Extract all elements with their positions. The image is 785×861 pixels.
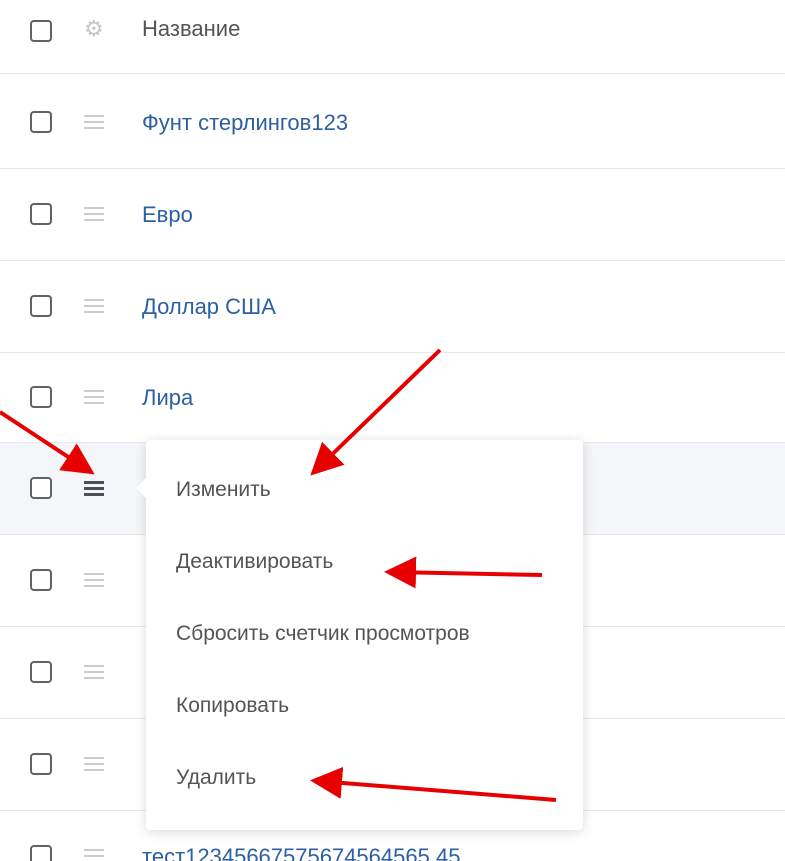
table-view: ⚙ Название Фунт стерлингов123 Евро Долла… <box>0 0 785 861</box>
table-header: ⚙ Название <box>0 0 785 74</box>
table-row: Доллар США <box>0 261 785 353</box>
drag-handle-icon[interactable] <box>84 664 104 680</box>
drag-handle-icon[interactable] <box>84 848 104 861</box>
row-name-link[interactable]: Лира <box>142 385 193 411</box>
row-checkbox[interactable] <box>30 203 52 225</box>
row-checkbox[interactable] <box>30 845 52 861</box>
drag-handle-icon[interactable] <box>84 298 104 314</box>
select-all-checkbox[interactable] <box>30 20 52 42</box>
drag-handle-icon[interactable] <box>84 756 104 772</box>
row-checkbox[interactable] <box>30 111 52 133</box>
menu-item-reset-views[interactable]: Сбросить счетчик просмотров <box>176 622 470 646</box>
menu-item-delete[interactable]: Удалить <box>176 766 256 790</box>
menu-item-edit[interactable]: Изменить <box>176 478 271 502</box>
menu-item-copy[interactable]: Копировать <box>176 694 289 718</box>
row-checkbox[interactable] <box>30 386 52 408</box>
row-checkbox[interactable] <box>30 477 52 499</box>
drag-handle-icon[interactable] <box>84 114 104 130</box>
drag-handle-icon[interactable] <box>84 206 104 222</box>
row-context-menu: Изменить Деактивировать Сбросить счетчик… <box>136 440 583 830</box>
table-row: Евро <box>0 169 785 261</box>
row-name-link[interactable]: тест12345667575674564565 45 <box>142 844 460 861</box>
row-checkbox[interactable] <box>30 295 52 317</box>
row-checkbox[interactable] <box>30 753 52 775</box>
gear-icon[interactable]: ⚙ <box>84 18 104 40</box>
row-name-link[interactable]: Евро <box>142 202 193 228</box>
table-row: Лира <box>0 353 785 443</box>
column-header-name[interactable]: Название <box>142 16 240 42</box>
row-name-link[interactable]: Фунт стерлингов123 <box>142 110 348 136</box>
row-checkbox[interactable] <box>30 569 52 591</box>
drag-handle-icon[interactable] <box>84 572 104 588</box>
menu-item-deactivate[interactable]: Деактивировать <box>176 550 333 574</box>
row-menu-icon[interactable] <box>84 480 104 496</box>
row-name-link[interactable]: Доллар США <box>142 294 276 320</box>
row-checkbox[interactable] <box>30 661 52 683</box>
table-row: Фунт стерлингов123 <box>0 74 785 169</box>
drag-handle-icon[interactable] <box>84 389 104 405</box>
